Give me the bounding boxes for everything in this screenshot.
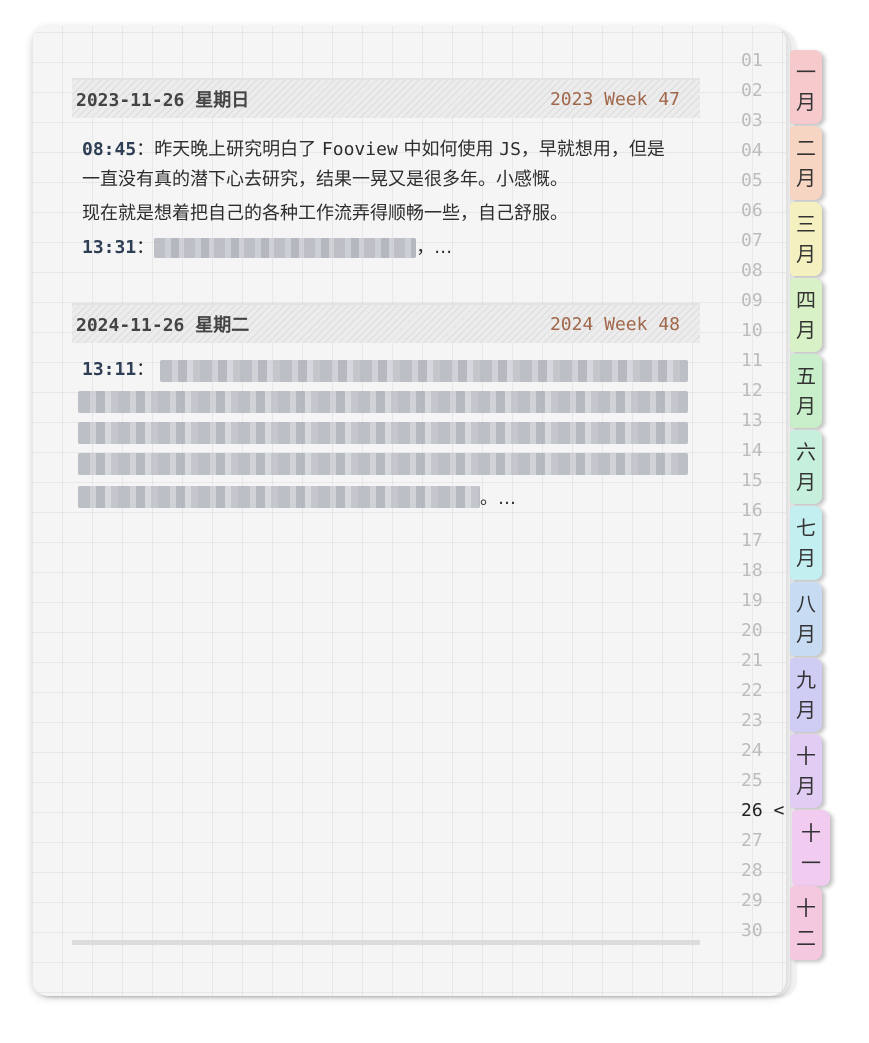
inline-code: Fooview	[321, 139, 398, 160]
day-index: 01 02 03 04 05 06 07 08 09 10 11 12 13 14 15 16 17 18 19 20…	[736, 46, 786, 946]
day-link[interactable]: 07	[736, 226, 786, 256]
entry-header: 2023-11-26 星期日 2023 Week 47	[72, 78, 700, 118]
month-tab-label: 月	[796, 774, 816, 798]
month-tab-label: 月	[796, 90, 816, 114]
journal-paragraph: 08:45：昨天晚上研究明白了 Fooview 中如何使用 JS，早就想用，但是…	[82, 139, 665, 190]
entry-header: 2024-11-26 星期二 2024 Week 48	[72, 303, 700, 343]
day-link[interactable]: 20	[736, 616, 786, 646]
entry-date[interactable]: 2024-11-26 星期二	[76, 311, 249, 337]
entry-time: 13:31	[82, 237, 137, 258]
day-link[interactable]: 27	[736, 826, 786, 856]
month-tab-label: 月	[796, 166, 816, 190]
month-tab-11[interactable]: 十一	[792, 810, 830, 886]
entry-week: 2024 Week 48	[549, 313, 680, 335]
month-tab-label: 十	[796, 744, 816, 768]
entry-body: 08:45：昨天晚上研究明白了 Fooview 中如何使用 JS，早就想用，但是…	[82, 135, 682, 263]
month-tab-10[interactable]: 十月	[790, 734, 822, 808]
month-tab-label: 四	[796, 288, 816, 312]
month-tab-12[interactable]: 十二	[790, 886, 822, 960]
month-tab-label: 一	[801, 851, 821, 875]
month-tab-label: 月	[796, 242, 816, 266]
month-tab-label: 月	[796, 470, 816, 494]
entry-date[interactable]: 2023-11-26 星期日	[76, 86, 249, 112]
month-tab-4[interactable]: 四月	[790, 278, 822, 352]
month-tab-label: 九	[796, 668, 816, 692]
entry-week: 2023 Week 47	[549, 88, 680, 110]
month-tab-label: 五	[796, 364, 816, 388]
day-link[interactable]: 28	[736, 856, 786, 886]
month-tab-label: 八	[796, 592, 816, 616]
day-link[interactable]: 16	[736, 496, 786, 526]
day-link[interactable]: 30	[736, 916, 786, 946]
month-tab-label: 月	[796, 622, 816, 646]
month-tab-label: 月	[796, 318, 816, 342]
day-link[interactable]: 12	[736, 376, 786, 406]
ellipsis: 。…	[480, 488, 516, 509]
day-link[interactable]: 13	[736, 406, 786, 436]
month-tab-2[interactable]: 二月	[790, 126, 822, 200]
day-link[interactable]: 15	[736, 466, 786, 496]
month-tab-3[interactable]: 三月	[790, 202, 822, 276]
day-link[interactable]: 09	[736, 286, 786, 316]
month-tab-6[interactable]: 六月	[790, 430, 822, 504]
paragraph-text: 昨天晚上研究明白了	[154, 139, 322, 160]
redacted-text	[154, 238, 417, 258]
day-link[interactable]: 14	[736, 436, 786, 466]
month-tab-label: 月	[796, 394, 816, 418]
day-link[interactable]: 21	[736, 646, 786, 676]
day-link[interactable]: 03	[736, 106, 786, 136]
day-link[interactable]: 04	[736, 136, 786, 166]
day-link[interactable]: 19	[736, 586, 786, 616]
day-link[interactable]: 01	[736, 46, 786, 76]
journal-page: 2023-11-26 星期日 2023 Week 47 08:45：昨天晚上研究…	[32, 26, 786, 996]
month-tab-label: 一	[796, 60, 816, 84]
journal-paragraph: 13:31：，…	[82, 237, 453, 258]
month-tab-label: 月	[796, 546, 816, 570]
day-link[interactable]: 10	[736, 316, 786, 346]
day-link[interactable]: 17	[736, 526, 786, 556]
month-tab-label: 三	[796, 212, 816, 236]
ellipsis: ，…	[416, 237, 453, 258]
month-tab-1[interactable]: 一月	[790, 50, 822, 124]
day-link[interactable]: 24	[736, 736, 786, 766]
redacted-paragraph: 。…	[78, 360, 688, 510]
day-link[interactable]: 25	[736, 766, 786, 796]
day-link[interactable]: 06	[736, 196, 786, 226]
day-link[interactable]: 23	[736, 706, 786, 736]
month-tab-label: 二	[796, 926, 816, 950]
day-link[interactable]: 05	[736, 166, 786, 196]
day-link[interactable]: 29	[736, 886, 786, 916]
day-link[interactable]: 11	[736, 346, 786, 376]
month-tab-label: 十	[796, 896, 816, 920]
month-tab-label: 月	[796, 698, 816, 722]
day-link[interactable]: 08	[736, 256, 786, 286]
journal-paragraph: 现在就是想着把自己的各种工作流弄得顺畅一些，自己舒服。	[82, 203, 568, 224]
month-tab-label: 七	[796, 516, 816, 540]
month-tab-8[interactable]: 八月	[790, 582, 822, 656]
paragraph-text: 中如何使用	[397, 139, 500, 160]
page-bottom-rule	[72, 940, 700, 945]
month-tab-label: 二	[796, 136, 816, 160]
month-tab-7[interactable]: 七月	[790, 506, 822, 580]
day-link[interactable]: 26 <	[736, 796, 786, 826]
month-tab-label: 十	[801, 821, 821, 845]
month-tab-label: 六	[796, 440, 816, 464]
day-link[interactable]: 02	[736, 76, 786, 106]
day-link[interactable]: 22	[736, 676, 786, 706]
inline-code: JS	[499, 139, 521, 160]
month-tab-9[interactable]: 九月	[790, 658, 822, 732]
day-link[interactable]: 18	[736, 556, 786, 586]
entry-time: 08:45	[82, 139, 137, 160]
month-tab-5[interactable]: 五月	[790, 354, 822, 428]
